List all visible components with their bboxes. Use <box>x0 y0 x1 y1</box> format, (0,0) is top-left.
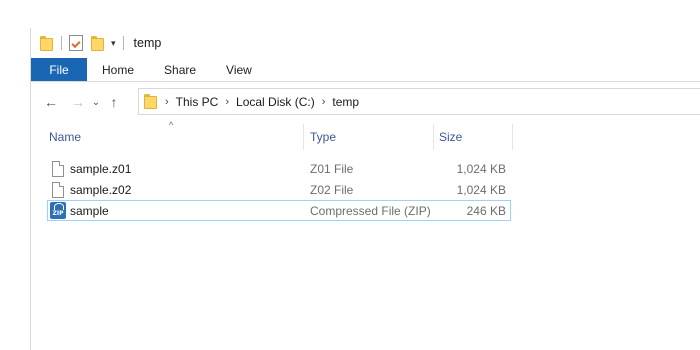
toolbar-divider <box>122 36 124 50</box>
forward-button[interactable]: → <box>67 94 89 110</box>
file-icon <box>52 161 64 177</box>
file-icon <box>52 182 64 198</box>
file-size: 246 KB <box>466 204 506 218</box>
address-bar[interactable]: › This PC › Local Disk (C:) › temp <box>138 88 700 115</box>
file-explorer-window: ▾ temp File Home Share View ← → ⌄ ↑ › Th… <box>30 28 700 350</box>
file-row[interactable]: ZIP sample Compressed File (ZIP) 246 KB <box>47 200 511 221</box>
tab-view[interactable]: View <box>211 58 267 81</box>
ribbon-tabs: File Home Share View <box>31 58 700 82</box>
properties-icon[interactable] <box>69 35 83 51</box>
sort-ascending-icon: ^ <box>169 120 174 130</box>
back-button[interactable]: ← <box>40 94 62 110</box>
quick-access-toolbar: ▾ <box>40 35 131 51</box>
column-header-size[interactable]: Size <box>439 130 462 144</box>
navigation-bar: ← → ⌄ ↑ › This PC › Local Disk (C:) › te… <box>31 86 700 118</box>
file-row[interactable]: sample.z02 Z02 File 1,024 KB <box>47 179 511 200</box>
tab-home[interactable]: Home <box>87 58 149 81</box>
breadcrumb-local-disk[interactable]: Local Disk (C:) <box>236 95 315 109</box>
file-type: Compressed File (ZIP) <box>310 204 431 218</box>
title-bar: ▾ temp <box>31 28 700 58</box>
breadcrumb-separator-icon[interactable]: › <box>165 96 169 108</box>
folder-icon <box>40 35 54 51</box>
recent-locations-button[interactable]: ⌄ <box>89 97 103 108</box>
new-folder-icon[interactable] <box>91 35 105 51</box>
column-header-name[interactable]: Name <box>49 130 81 144</box>
column-divider[interactable] <box>433 124 434 150</box>
customize-toolbar-icon[interactable]: ▾ <box>111 38 116 49</box>
folder-icon <box>144 94 158 109</box>
column-header-type[interactable]: Type <box>310 130 336 144</box>
breadcrumb-temp[interactable]: temp <box>332 95 359 109</box>
file-size: 1,024 KB <box>456 183 506 197</box>
file-name: sample <box>70 204 109 218</box>
zip-archive-icon: ZIP <box>50 202 66 219</box>
column-divider[interactable] <box>512 124 513 150</box>
file-name: sample.z02 <box>70 183 132 197</box>
up-button[interactable]: ↑ <box>103 94 125 110</box>
tab-share[interactable]: Share <box>149 58 211 81</box>
breadcrumb-separator-icon[interactable]: › <box>322 96 326 108</box>
window-title: temp <box>133 36 162 50</box>
file-type: Z02 File <box>310 183 354 197</box>
breadcrumb-this-pc[interactable]: This PC <box>176 95 219 109</box>
toolbar-divider <box>61 36 62 50</box>
file-type: Z01 File <box>310 162 354 176</box>
column-headers: ^ Name Type Size <box>31 120 700 150</box>
column-divider[interactable] <box>303 124 304 150</box>
breadcrumb-separator-icon[interactable]: › <box>225 96 229 108</box>
file-name: sample.z01 <box>70 162 132 176</box>
file-row[interactable]: sample.z01 Z01 File 1,024 KB <box>47 158 511 179</box>
file-size: 1,024 KB <box>456 162 506 176</box>
tab-file[interactable]: File <box>31 58 87 81</box>
